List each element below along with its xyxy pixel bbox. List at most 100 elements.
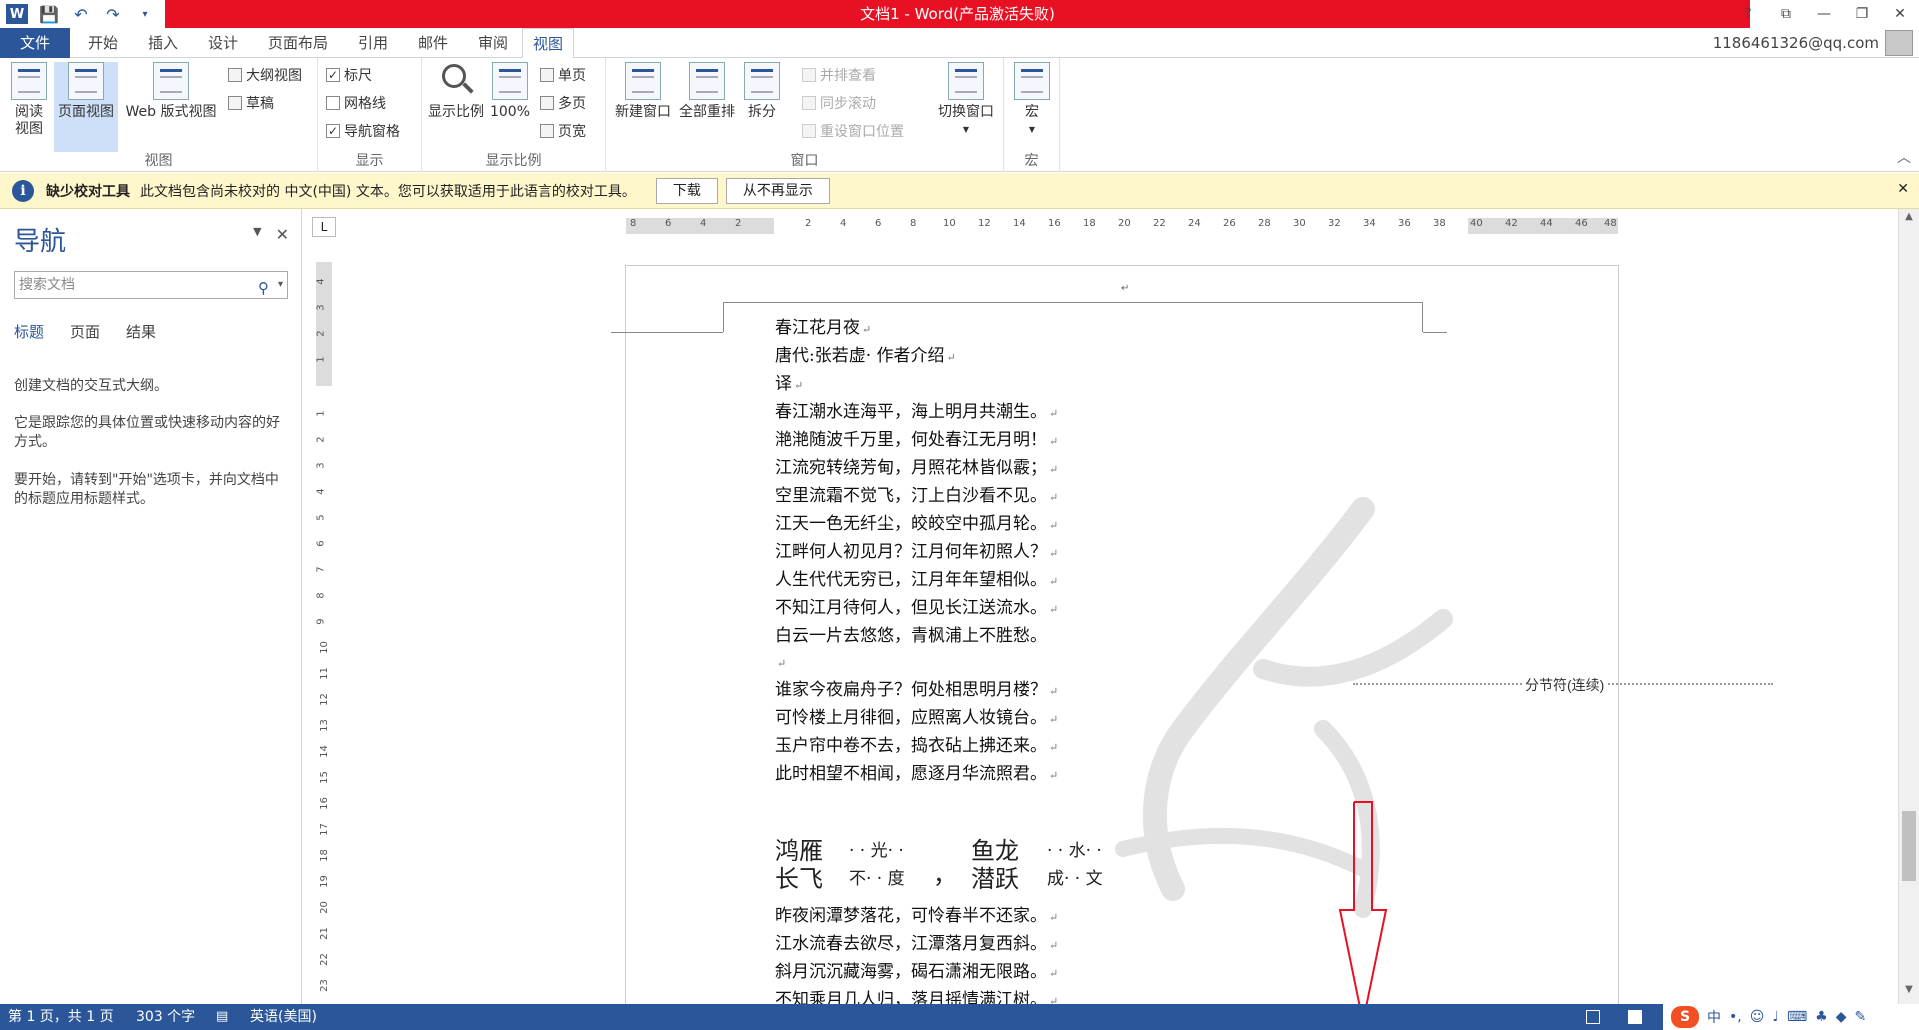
message-close-icon[interactable]: ✕ xyxy=(1897,181,1909,197)
zoom-100-button[interactable]: 100% xyxy=(488,62,532,121)
ruler-tick: 20 xyxy=(1118,218,1131,229)
ime-emoji-icon[interactable]: ☺ xyxy=(1750,1009,1765,1025)
combined-comma: ， xyxy=(933,861,957,889)
page-width-icon xyxy=(540,124,554,138)
ime-punct-icon[interactable]: •, xyxy=(1729,1009,1742,1025)
web-layout-button[interactable]: Web 版式视图 xyxy=(120,62,222,121)
vertical-scrollbar[interactable]: ▲ ▼ xyxy=(1898,209,1919,1004)
proofing-icon[interactable]: ▤ xyxy=(216,1004,228,1030)
restore-icon[interactable]: ❐ xyxy=(1843,0,1881,28)
vruler-tick: 5 xyxy=(315,514,327,521)
nav-close-icon[interactable]: ✕ xyxy=(276,225,289,244)
draft-button[interactable]: 草稿 xyxy=(228,92,274,114)
ribbon-display-icon[interactable]: ⧉ xyxy=(1767,0,1805,28)
group-label-views: 视图 xyxy=(144,153,173,169)
search-icon[interactable]: ⚲ xyxy=(258,275,269,301)
close-icon[interactable]: ✕ xyxy=(1881,0,1919,28)
print-layout-button[interactable]: 页面视图 xyxy=(54,62,118,152)
tab-view[interactable]: 视图 xyxy=(522,28,575,59)
ruler-tick: 6 xyxy=(665,218,672,229)
document-body-bottom[interactable]: 昨夜闲潭梦落花，可怜春半不还家。 ↵ 江水流春去欲尽，江潭落月复西斜。 ↵ 斜月沉沉… xyxy=(775,903,1058,1004)
switch-window-button[interactable]: 切换窗口 ▼ xyxy=(934,62,998,138)
minimize-icon[interactable]: — xyxy=(1805,0,1843,28)
doc-line: 空里流霜不觉飞，汀上白沙看不见。 ↵ xyxy=(775,486,1059,506)
document-body-top[interactable]: 春江花月夜 ↵ 唐代:张若虚· 作者介绍 ↵ 译 ↵ 春江潮水连海平，海上明月共潮生。… xyxy=(775,315,1058,789)
help-icon[interactable]: ? xyxy=(1729,0,1767,28)
tab-selector[interactable]: L xyxy=(312,217,336,237)
customize-icon[interactable]: ▾ xyxy=(134,4,156,24)
switch-window-dropdown-icon: ▼ xyxy=(962,125,970,134)
tab-review[interactable]: 审阅 xyxy=(468,28,518,58)
doc-line: 人生代代无穷已，江月年年望相似。 ↵ xyxy=(775,570,1059,590)
search-dropdown-icon[interactable]: ▾ xyxy=(278,272,283,298)
ribbon: 阅读 视图 页面视图 Web 版式视图 大纲视图 草稿 视图 ✓ 标尺 网格线 xyxy=(0,58,1919,172)
tab-file[interactable]: 文件 xyxy=(0,28,70,58)
navpane-checkbox[interactable]: ✓ 导航窗格 xyxy=(326,120,400,142)
ime-chinese[interactable]: 中 xyxy=(1707,1007,1721,1027)
ruler-checkbox[interactable]: ✓ 标尺 xyxy=(326,64,372,86)
undo-icon[interactable]: ↶ xyxy=(70,4,92,24)
tab-mailings[interactable]: 邮件 xyxy=(408,28,458,58)
scroll-thumb[interactable] xyxy=(1902,811,1916,881)
account-email[interactable]: 1186461326@qq.com xyxy=(1713,28,1879,58)
nav-tab-headings[interactable]: 标题 xyxy=(14,321,44,342)
read-mode-view-icon[interactable] xyxy=(1586,1010,1600,1024)
document-area[interactable]: ↵ 春江花月夜 ↵ 唐代:张若虚· 作者介绍 ↵ 译 ↵ 春江潮水连海平，海上明月共潮… xyxy=(303,209,1898,1004)
tab-layout[interactable]: 页面布局 xyxy=(258,28,338,58)
scroll-down-icon[interactable]: ▼ xyxy=(1899,984,1919,1002)
vertical-ruler[interactable]: 4 3 2 1 1 2 3 4 5 6 7 8 9 10 11 12 13 14… xyxy=(314,262,334,1004)
language[interactable]: 英语(美国) xyxy=(250,1004,317,1030)
nav-search-input[interactable]: 搜索文档 ⚲ ▾ xyxy=(14,271,288,299)
read-mode-icon xyxy=(11,62,47,100)
ruler-tick: 8 xyxy=(630,218,637,229)
save-icon[interactable]: 💾 xyxy=(38,4,60,24)
sync-scroll-button[interactable]: 同步滚动 xyxy=(802,92,876,114)
group-zoom: 显示比例 100% 单页 多页 页宽 显示比例 xyxy=(422,58,606,172)
horizontal-ruler[interactable]: 8 6 4 2 2 4 6 8 10 12 14 16 18 20 22 24 … xyxy=(626,216,1618,236)
word-app-icon[interactable]: W xyxy=(6,4,28,24)
page-count[interactable]: 第 1 页，共 1 页 xyxy=(8,1004,114,1030)
tab-design[interactable]: 设计 xyxy=(198,28,248,58)
multi-page-button[interactable]: 多页 xyxy=(540,92,586,114)
one-page-button[interactable]: 单页 xyxy=(540,64,586,86)
ime-mic-icon[interactable]: ♩ xyxy=(1772,1009,1779,1025)
nav-options-icon[interactable]: ▼ xyxy=(253,225,261,244)
tab-home[interactable]: 开始 xyxy=(78,28,128,58)
quick-access-toolbar: W 💾 ↶ ↷ ▾ xyxy=(0,0,156,28)
doc-line: 江畔何人初见月？江月何年初照人？ ↵ xyxy=(775,542,1059,562)
zoom-button[interactable]: 显示比例 xyxy=(426,62,486,121)
download-button[interactable]: 下载 xyxy=(655,177,718,204)
collapse-ribbon-icon[interactable]: ︿ xyxy=(1897,147,1911,167)
nav-tab-pages[interactable]: 页面 xyxy=(70,321,100,342)
ime-skin-icon[interactable]: ◆ xyxy=(1836,1009,1847,1025)
print-layout-view-icon[interactable] xyxy=(1628,1010,1642,1024)
dont-show-again-button[interactable]: 从不再显示 xyxy=(725,177,830,204)
read-mode-button[interactable]: 阅读 视图 xyxy=(4,62,54,138)
gridlines-checkbox[interactable]: 网格线 xyxy=(326,92,386,114)
reset-position-button[interactable]: 重设窗口位置 xyxy=(802,120,904,142)
page-width-button[interactable]: 页宽 xyxy=(540,120,586,142)
new-window-button[interactable]: 新建窗口 xyxy=(612,62,674,121)
ime-shirt-icon[interactable]: ♣ xyxy=(1815,1009,1828,1025)
macros-button[interactable]: 宏 ▼ xyxy=(1012,62,1052,138)
sogou-logo-icon[interactable]: S xyxy=(1671,1006,1699,1028)
scroll-up-icon[interactable]: ▲ xyxy=(1899,211,1919,229)
vruler-tick: 21 xyxy=(318,927,330,940)
side-by-side-button[interactable]: 并排查看 xyxy=(802,64,876,86)
outline-button[interactable]: 大纲视图 xyxy=(228,64,302,86)
ime-keyboard-icon[interactable]: ⌨ xyxy=(1787,1009,1807,1025)
nav-tab-results[interactable]: 结果 xyxy=(126,321,156,342)
avatar[interactable] xyxy=(1885,30,1913,56)
word-count[interactable]: 303 个字 xyxy=(136,1004,195,1030)
web-layout-icon xyxy=(153,62,189,100)
doc-line: 唐代:张若虚· 作者介绍 ↵ xyxy=(775,346,956,366)
combined-characters-line[interactable]: 鸿雁 长飞 · · 光· · 不· · 度 ， 鱼龙 潜跃 · · 水· · 成… xyxy=(775,837,1195,899)
vruler-tick: 14 xyxy=(318,745,330,758)
split-button[interactable]: 拆分 xyxy=(742,62,782,121)
ime-tools-icon[interactable]: ✎ xyxy=(1855,1009,1867,1025)
tab-references[interactable]: 引用 xyxy=(348,28,398,58)
tab-insert[interactable]: 插入 xyxy=(138,28,188,58)
redo-icon[interactable]: ↷ xyxy=(102,4,124,24)
arrange-all-button[interactable]: 全部重排 xyxy=(676,62,738,121)
ruler-tick: 28 xyxy=(1258,218,1271,229)
